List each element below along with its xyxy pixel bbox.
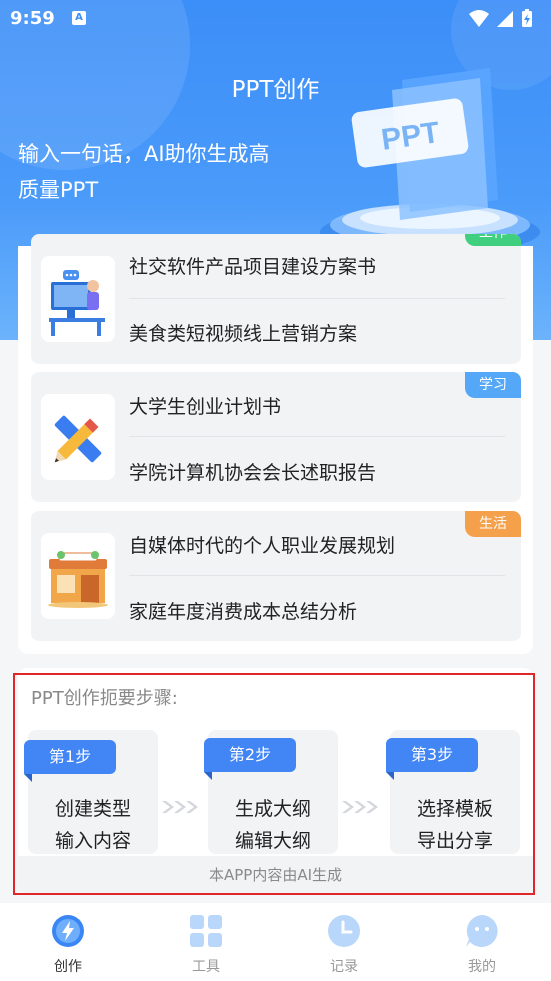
- chat-face-icon: [466, 915, 498, 947]
- nav-label: 记录: [330, 959, 358, 975]
- nav-tab-mine[interactable]: 我的: [422, 903, 542, 981]
- template-card-life[interactable]: 自媒体时代的个人职业发展规划 家庭年度消费成本总结分析 生活: [31, 511, 521, 641]
- bottom-nav: 创作 工具 记录 我的: [0, 903, 551, 981]
- template-item[interactable]: 学院计算机协会会长述职报告: [129, 458, 505, 485]
- clock-icon: [328, 915, 360, 947]
- office-worker-icon: [49, 270, 105, 336]
- template-item[interactable]: 自媒体时代的个人职业发展规划: [129, 531, 505, 558]
- ppt-illustration: PPT: [320, 68, 540, 254]
- nav-tab-records[interactable]: 记录: [284, 903, 404, 981]
- nav-tab-tools[interactable]: 工具: [146, 903, 266, 981]
- wifi-icon: [469, 10, 489, 27]
- nav-label: 创作: [54, 959, 82, 975]
- template-item[interactable]: 美食类短视频线上营销方案: [129, 319, 505, 346]
- divider: [129, 436, 505, 437]
- hero-tagline-line2: 质量PPT: [18, 178, 99, 202]
- template-item[interactable]: 家庭年度消费成本总结分析: [129, 597, 505, 624]
- status-icons: [469, 9, 532, 27]
- template-card-work[interactable]: 社交软件产品项目建设方案书 美食类短视频线上营销方案 工作: [31, 234, 521, 364]
- hero-tagline-line1: 输入一句话，AI助你生成高: [18, 142, 270, 166]
- status-time: 9:59: [10, 8, 55, 29]
- lightning-icon: [52, 915, 84, 947]
- nav-tab-create[interactable]: 创作: [8, 903, 128, 981]
- battery-icon: [522, 9, 532, 27]
- nav-label: 工具: [192, 959, 220, 975]
- highlight-box: [13, 673, 535, 895]
- template-card-study[interactable]: 大学生创业计划书 学院计算机协会会长述职报告 学习: [31, 372, 521, 502]
- work-thumbnail: [41, 256, 115, 342]
- hero-tagline: 输入一句话，AI助你生成高 质量PPT: [18, 136, 318, 208]
- status-bar: 9:59 A: [0, 0, 551, 36]
- template-item[interactable]: 社交软件产品项目建设方案书: [129, 252, 505, 279]
- study-thumbnail: [41, 394, 115, 480]
- life-thumbnail: [41, 533, 115, 619]
- divider: [129, 575, 505, 576]
- signal-icon: [497, 11, 513, 27]
- tag-badge: 生活: [465, 511, 521, 537]
- divider: [129, 298, 505, 299]
- tag-badge: 工作: [465, 234, 521, 246]
- pencil-ruler-icon: [54, 415, 102, 463]
- shop-icon: [48, 551, 108, 608]
- template-item[interactable]: 大学生创业计划书: [129, 392, 505, 419]
- grid-icon: [190, 915, 222, 947]
- tag-badge: 学习: [465, 372, 521, 398]
- notification-icon: A: [72, 11, 86, 25]
- nav-label: 我的: [468, 959, 496, 975]
